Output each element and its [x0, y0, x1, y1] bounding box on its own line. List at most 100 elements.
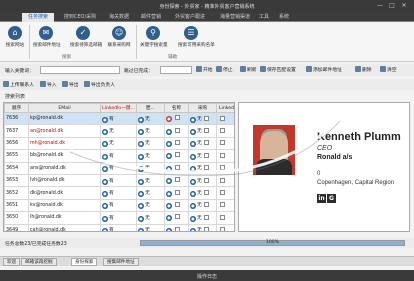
table-row[interactable]: 3653 lvh@ronald.dk ● 有 ● 无 ● ● 无 [4, 173, 234, 188]
keyword-volume-button[interactable]: ⚲ 关键字搜索量 [140, 26, 168, 48]
save-match-button[interactable]: 保存匹配设置 [260, 66, 296, 73]
contact-buyer-button[interactable]: ☺ 联系采购网 [106, 26, 132, 48]
checkbox[interactable] [220, 165, 225, 171]
cell-anon[interactable]: ● 无 [136, 149, 165, 163]
export-button[interactable]: 导出 [62, 81, 79, 88]
tab-customs-data[interactable]: 海关数据 [104, 13, 134, 22]
cell-anon[interactable]: ● 无 [136, 136, 165, 151]
cell-name[interactable]: ● [164, 198, 189, 213]
cell-linked[interactable] [216, 173, 234, 188]
checkbox[interactable] [203, 214, 209, 220]
cell-linkedin[interactable]: ● 有 [100, 161, 137, 175]
tab-customer-followup[interactable]: 外贸客户跟进 [168, 13, 212, 22]
cell-linked[interactable] [216, 223, 234, 231]
cell-linked[interactable] [216, 124, 234, 138]
cell-buyer[interactable]: ● 无 [188, 124, 217, 138]
table-row[interactable]: 3652 dk@ronald.dk ● 有 ● 无 ● ● 无 [4, 186, 234, 200]
tab-tools[interactable]: 工具 [256, 13, 272, 22]
cell-linkedin[interactable]: ● 有 [100, 149, 137, 163]
start-button[interactable]: 开始 [196, 66, 213, 73]
cell-linkedin[interactable]: ● 无 [100, 124, 137, 138]
clear-button[interactable]: 清空 [380, 66, 397, 73]
checkbox[interactable] [175, 214, 180, 220]
cell-buyer[interactable]: ● 无 [188, 211, 217, 225]
cell-linked[interactable] [216, 136, 234, 151]
doctab-identity[interactable]: 身份探索 [71, 258, 98, 266]
cell-linkedin[interactable]: ● 无 [100, 136, 137, 151]
import-button[interactable]: 导入 [40, 81, 57, 88]
cell-name[interactable]: ● [164, 211, 189, 225]
checkbox[interactable] [175, 177, 180, 183]
tab-email-marketing[interactable]: 邮件营销 [136, 13, 166, 22]
cell-anon[interactable]: ● 无 [136, 124, 165, 138]
checkbox[interactable] [203, 190, 209, 196]
cell-anon[interactable]: ● 无 [136, 111, 165, 126]
export-contacts-button[interactable]: 导出负责人 [84, 81, 115, 88]
refresh-button[interactable]: 刷新 [240, 66, 257, 73]
cell-buyer[interactable]: ● 无 [188, 111, 217, 126]
cell-buyer[interactable]: ● 无 [188, 149, 217, 163]
cell-buyer[interactable]: ● 无 [188, 161, 217, 175]
col-header-anon[interactable]: 匿... [136, 103, 165, 113]
col-header-email[interactable]: EMail [28, 103, 101, 113]
skip-select[interactable] [160, 66, 192, 74]
cell-linked[interactable] [216, 161, 234, 175]
cell-name[interactable]: ● [164, 136, 189, 151]
close-button[interactable]: ✕ [400, 2, 408, 10]
delete-button[interactable]: 删除 [355, 66, 372, 73]
cell-linkedin[interactable]: ● 有 [100, 211, 137, 225]
cell-linked[interactable] [216, 198, 234, 213]
buyer-list-button[interactable]: ☰ 搜索可用采购名单 [178, 26, 215, 48]
cell-anon[interactable]: ● 无 [136, 211, 165, 225]
checkbox[interactable] [220, 177, 225, 183]
cell-anon[interactable]: ● 无 [136, 198, 165, 213]
col-header-linkedin[interactable]: LinkedIn一键... [100, 103, 137, 113]
add-email-button[interactable]: 添加邮件地址 [306, 66, 342, 73]
cell-name[interactable]: ● [164, 173, 189, 188]
minimize-button[interactable]: — [376, 2, 384, 10]
cell-buyer[interactable]: ● 无 [188, 223, 217, 231]
tab-task-search[interactable]: 任务搜索 [22, 13, 54, 22]
checkbox[interactable] [220, 214, 225, 220]
stop-button[interactable]: 停止 [216, 66, 233, 73]
cell-buyer[interactable]: ● 无 [188, 186, 217, 200]
filter-email-button[interactable]: ✓ 搜索待筛选邮箱 [70, 26, 102, 48]
checkbox[interactable] [175, 201, 180, 207]
table-row[interactable]: 3650 lh@ronald.dk ● 有 ● 无 ● ● 无 [4, 211, 234, 225]
cell-linked[interactable] [216, 111, 234, 126]
cell-name[interactable]: ● [164, 111, 189, 126]
checkbox[interactable] [220, 152, 225, 158]
linkedin-icon[interactable]: in [317, 194, 326, 203]
checkbox[interactable] [175, 189, 180, 195]
cell-name[interactable]: ● [164, 223, 189, 231]
table-row[interactable]: 3649 cah@ronald.dk ● 有 ● 无 ● ● 无 [4, 223, 234, 231]
table-row[interactable]: 3655 bb@ronald.dk ● 有 ● 无 ● ● 无 [4, 149, 234, 163]
col-header-name[interactable]: 名称 [164, 103, 189, 113]
doctab-mining[interactable]: 邮箱该再挖掘 [21, 258, 57, 266]
checkbox[interactable] [175, 139, 180, 145]
keyword-input[interactable] [40, 66, 120, 74]
tab-system[interactable]: 系统 [276, 13, 292, 22]
doctab-collect-email[interactable]: 搜集邮件地址 [103, 258, 139, 266]
col-header-linked[interactable]: Linked [216, 103, 234, 113]
col-header-seq[interactable]: 顺序 [4, 103, 29, 113]
cell-linkedin[interactable]: ● 有 [100, 111, 137, 126]
col-header-buyer[interactable]: 采购 [188, 103, 217, 113]
cell-buyer[interactable]: ● 无 [188, 173, 217, 188]
table-row[interactable]: 3654 ans@ronald.dk ● 有 ● 无 ● ● 无 [4, 161, 234, 175]
upload-contacts-button[interactable]: 上传联系人 [3, 81, 34, 88]
search-website-button[interactable]: ⌂ 搜索网站 [2, 26, 28, 48]
cell-name[interactable]: ● [164, 149, 189, 163]
checkbox[interactable] [203, 227, 209, 231]
cell-buyer[interactable]: ● 无 [188, 198, 217, 213]
cell-linkedin[interactable]: ● 有 [100, 173, 137, 188]
cell-anon[interactable]: ● 无 [136, 223, 165, 231]
table-row[interactable]: 3651 kv@ronald.dk ● 有 ● 无 ● ● 无 [4, 198, 234, 213]
checkbox[interactable] [175, 152, 180, 158]
maximize-button[interactable]: □ [388, 2, 396, 10]
checkbox[interactable] [203, 152, 209, 158]
checkbox[interactable] [175, 127, 180, 133]
checkbox[interactable] [220, 115, 225, 121]
cell-linked[interactable] [216, 211, 234, 225]
checkbox[interactable] [220, 128, 225, 134]
